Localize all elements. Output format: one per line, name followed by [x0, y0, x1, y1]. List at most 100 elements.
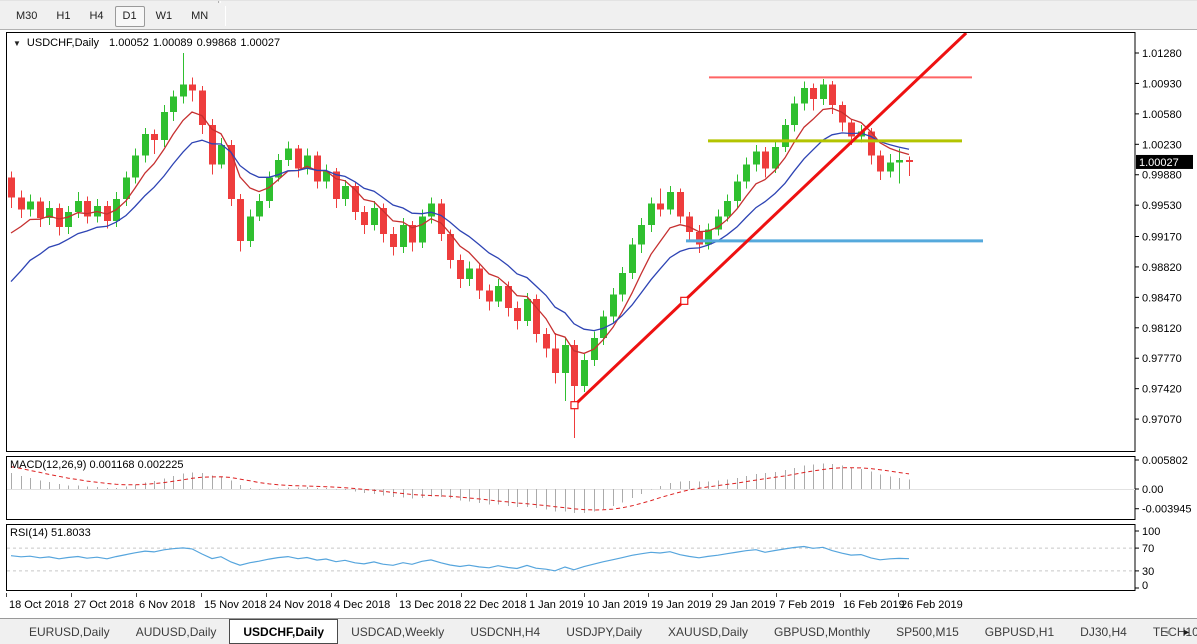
candle-body	[486, 290, 493, 301]
tab-gbpusd-h1[interactable]: GBPUSD,H1	[972, 619, 1067, 644]
tab-dj30-h4[interactable]: DJ30,H4	[1067, 619, 1140, 644]
date-tick	[461, 593, 462, 597]
date-tick	[840, 593, 841, 597]
timeframe-button-d1[interactable]: D1	[115, 6, 145, 27]
date-tick	[526, 593, 527, 597]
timeframe-button-h4[interactable]: H4	[81, 6, 111, 27]
date-tick	[331, 593, 332, 597]
candle-body	[848, 123, 855, 137]
date-label: 19 Jan 2019	[651, 599, 712, 611]
candle-body	[180, 84, 187, 96]
candle-body	[56, 208, 63, 227]
candle-body	[361, 212, 368, 225]
candle-body	[782, 125, 789, 147]
candle-body	[189, 84, 196, 90]
price-axis-label: 1.01280	[1142, 48, 1182, 60]
candle-body	[581, 360, 588, 386]
tab-scroll-right-icon[interactable]: ►	[1182, 627, 1191, 637]
date-label: 13 Dec 2018	[399, 599, 461, 611]
candle-body	[743, 164, 750, 181]
price-axis-label: 1.00230	[1142, 139, 1182, 151]
rsi-axis-label: 30	[1142, 566, 1154, 578]
tab-eurusd-daily[interactable]: EURUSD,Daily	[16, 619, 123, 644]
candle-body	[552, 349, 559, 373]
tab-audusd-daily[interactable]: AUDUSD,Daily	[123, 619, 230, 644]
price-chart-panel[interactable]: 1.012801.009301.005801.002300.998800.995…	[0, 30, 1197, 455]
tab-sp500-m15[interactable]: SP500,M15	[883, 619, 972, 644]
date-label: 10 Jan 2019	[587, 599, 648, 611]
candle-body	[142, 134, 149, 156]
timeframe-button-h1[interactable]: H1	[48, 6, 78, 27]
candle-body	[151, 134, 158, 140]
candle-body	[648, 203, 655, 225]
candle-body	[256, 201, 263, 217]
date-label: 22 Dec 2018	[464, 599, 526, 611]
trendline-anchor-handle[interactable]	[681, 297, 688, 304]
candle-body	[247, 216, 254, 240]
candle-body	[8, 177, 15, 197]
candle-body	[132, 156, 139, 178]
candle-body	[457, 260, 464, 279]
tab-usdjpy-daily[interactable]: USDJPY,Daily	[553, 619, 655, 644]
date-label: 27 Oct 2018	[74, 599, 134, 611]
candle-body	[667, 192, 674, 209]
macd-panel[interactable]: 0.0058020.00-0.003945	[0, 455, 1197, 523]
price-axis-label: 0.98120	[1142, 323, 1182, 335]
candle-body	[619, 273, 626, 295]
candle-body	[753, 151, 760, 164]
candle-body	[810, 88, 817, 99]
candle-body	[524, 299, 531, 321]
candle-body	[266, 177, 273, 200]
candle-body	[762, 151, 769, 168]
date-label: 6 Nov 2018	[139, 599, 195, 611]
tab-xauusd-daily[interactable]: XAUUSD,Daily	[655, 619, 761, 644]
date-tick	[898, 593, 899, 597]
price-axis-label: 0.98470	[1142, 292, 1182, 304]
rsi-panel[interactable]: 10070300	[0, 523, 1197, 592]
price-axis-label: 0.99880	[1142, 170, 1182, 182]
macd-axis-label: 0.00	[1142, 484, 1163, 496]
date-tick	[266, 593, 267, 597]
candle-body	[75, 201, 82, 212]
trendline-anchor-handle[interactable]	[571, 402, 578, 409]
timeframe-button-mn[interactable]: MN	[183, 6, 216, 27]
candle-body	[629, 244, 636, 273]
date-label: 16 Feb 2019	[843, 599, 905, 611]
candle-body	[887, 163, 894, 172]
date-label: 1 Jan 2019	[529, 599, 583, 611]
candle-body	[218, 145, 225, 164]
candle-body	[696, 232, 703, 244]
chart-window[interactable]: 1.012801.009301.005801.002300.998800.995…	[0, 30, 1197, 592]
timeframe-button-w1[interactable]: W1	[148, 6, 181, 27]
candle-body	[18, 197, 25, 209]
rsi-axis-label: 0	[1142, 580, 1148, 592]
candle-body	[772, 147, 779, 169]
candle-body	[896, 160, 903, 163]
date-tick	[201, 593, 202, 597]
date-label: 18 Oct 2018	[9, 599, 69, 611]
candle-body	[543, 334, 550, 349]
toolbar-separator	[225, 6, 226, 26]
candle-body	[390, 234, 397, 247]
macd-axis-label: 0.005802	[1142, 455, 1188, 467]
date-tick	[396, 593, 397, 597]
price-axis-label: 0.99170	[1142, 231, 1182, 243]
candle-body	[677, 192, 684, 216]
tab-usdchf-daily[interactable]: USDCHF,Daily	[229, 619, 338, 644]
candle-body	[419, 216, 426, 242]
tab-scroll-left-icon[interactable]: ◄	[1163, 627, 1172, 637]
candle-body	[638, 225, 645, 244]
candle-body	[610, 295, 617, 317]
timeframe-button-m30[interactable]: M30	[8, 6, 45, 27]
price-axis-label: 0.99530	[1142, 200, 1182, 212]
tab-gbpusd-monthly[interactable]: GBPUSD,Monthly	[761, 619, 883, 644]
tab-usdcad-weekly[interactable]: USDCAD,Weekly	[338, 619, 457, 644]
candle-body	[161, 112, 168, 140]
candle-body	[562, 345, 569, 373]
date-tick	[776, 593, 777, 597]
date-axis[interactable]: 18 Oct 201827 Oct 20186 Nov 201815 Nov 2…	[0, 592, 1197, 618]
candle-body	[734, 182, 741, 201]
candle-body	[314, 156, 321, 182]
candle-body	[724, 201, 731, 217]
tab-usdcnh-h4[interactable]: USDCNH,H4	[457, 619, 553, 644]
